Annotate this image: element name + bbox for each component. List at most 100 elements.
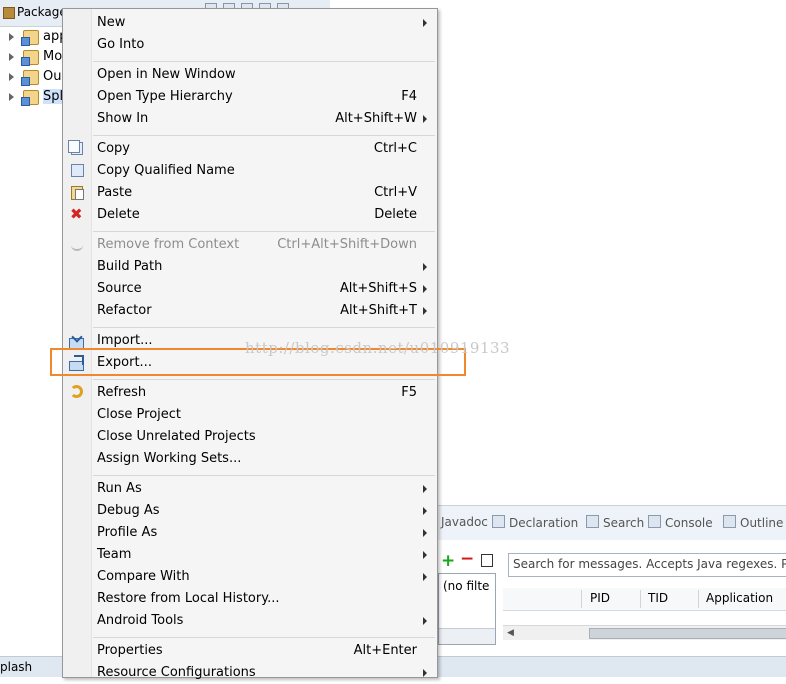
refresh-icon [70,385,83,398]
menu-item-label: New [97,15,126,30]
tab-javadoc[interactable]: Javadoc [441,515,488,529]
menu-item-go-into[interactable]: Go Into [63,34,437,56]
menu-separator [93,231,435,232]
menu-item-copy-qualified-name[interactable]: Copy Qualified Name [63,160,437,182]
menu-item-shortcut: F4 [401,89,417,104]
search-placeholder: Search for messages. Accepts Java regexe… [513,557,786,571]
menu-item-delete[interactable]: ✖ Delete Delete [63,204,437,226]
copy-qualified-name-icon [71,164,84,177]
menu-item-label: Source [97,281,142,296]
logcat-search-input[interactable]: Search for messages. Accepts Java regexe… [508,553,786,577]
menu-item-label: Copy Qualified Name [97,163,235,178]
menu-item-debug-as[interactable]: Debug As [63,500,437,522]
menu-item-close-unrelated-projects[interactable]: Close Unrelated Projects [63,426,437,448]
expand-arrow-icon[interactable] [9,53,14,61]
tree-item[interactable]: Our [0,67,70,87]
menu-item-label: Team [97,547,132,562]
tree-item[interactable]: app [0,27,70,47]
submenu-arrow-icon [423,573,427,581]
menu-item-open-type-hierarchy[interactable]: Open Type Hierarchy F4 [63,86,437,108]
menu-item-close-project[interactable]: Close Project [63,404,437,426]
menu-item-new[interactable]: New [63,12,437,34]
package-explorer-icon [3,7,15,19]
remove-context-icon [71,241,83,251]
menu-item-copy[interactable]: Copy Ctrl+C [63,138,437,160]
menu-item-team[interactable]: Team [63,544,437,566]
menu-item-assign-working-sets[interactable]: Assign Working Sets... [63,448,437,470]
menu-item-shortcut: Alt+Shift+T [340,303,417,318]
menu-item-shortcut: Ctrl+Alt+Shift+Down [277,237,417,252]
tab-search[interactable]: Search [586,515,644,530]
menu-item-label: Properties [97,643,163,658]
tab-console[interactable]: Console [648,515,713,530]
tree-item-selected[interactable]: Spl [0,87,70,107]
package-explorer-title: Package [17,5,67,19]
menu-separator [93,475,435,476]
menu-item-run-as[interactable]: Run As [63,478,437,500]
menu-separator [93,637,435,638]
filter-item[interactable]: (no filte [443,579,489,593]
submenu-arrow-icon [423,19,427,27]
logcat-column-header: PID TID Application [503,588,786,611]
add-filter-icon[interactable]: + [441,551,455,571]
menu-item-profile-as[interactable]: Profile As [63,522,437,544]
expand-arrow-icon[interactable] [9,73,14,81]
menu-item-show-in[interactable]: Show In Alt+Shift+W [63,108,437,130]
menu-separator [93,327,435,328]
menu-item-android-tools[interactable]: Android Tools [63,610,437,632]
expand-arrow-icon[interactable] [9,93,14,101]
submenu-arrow-icon [423,307,427,315]
column-tid[interactable]: TID [648,591,668,605]
tree-item-label: Spl [43,89,64,104]
tab-outline[interactable]: Outline [723,515,783,530]
menu-item-refresh[interactable]: Refresh F5 [63,382,437,404]
tab-label: Search [603,516,645,530]
menu-item-source[interactable]: Source Alt+Shift+S [63,278,437,300]
project-icon [21,90,39,106]
filter-list[interactable]: (no filte [438,573,496,645]
menu-item-open-in-new-window[interactable]: Open in New Window [63,64,437,86]
submenu-arrow-icon [423,115,427,123]
column-pid[interactable]: PID [590,591,610,605]
tab-label: Declaration [509,516,579,530]
scrollbar-thumb[interactable] [589,628,786,639]
menu-item-shortcut: Alt+Shift+W [335,111,417,126]
menu-item-label: Open in New Window [97,67,236,82]
menu-item-label: Go Into [97,37,145,52]
declaration-icon [492,515,505,528]
column-application[interactable]: Application [706,591,773,605]
watermark-text: http://blog.csdn.net/u010919133 [245,339,511,357]
menu-item-resource-configurations[interactable]: Resource Configurations [63,662,437,684]
tab-label: Javadoc [441,515,488,529]
filter-scrollbar[interactable] [439,628,495,644]
menu-item-label: Compare With [97,569,190,584]
menu-item-label: Open Type Hierarchy [97,89,233,104]
menu-item-build-path[interactable]: Build Path [63,256,437,278]
menu-item-label: Refresh [97,385,147,400]
menu-item-shortcut: Alt+Enter [353,643,417,658]
tab-label: Outline [740,516,784,530]
menu-item-paste[interactable]: Paste Ctrl+V [63,182,437,204]
menu-item-label: Debug As [97,503,160,518]
submenu-arrow-icon [423,617,427,625]
menu-item-restore-from-local-history[interactable]: Restore from Local History... [63,588,437,610]
expand-arrow-icon[interactable] [9,33,14,41]
menu-item-shortcut: Ctrl+C [373,141,417,156]
menu-item-remove-from-context: Remove from Context Ctrl+Alt+Shift+Down [63,234,437,256]
tab-declaration[interactable]: Declaration [492,515,578,530]
remove-filter-icon[interactable]: − [460,549,474,569]
submenu-arrow-icon [423,263,427,271]
scroll-left-icon[interactable]: ◀ [507,628,514,638]
menu-item-label: Assign Working Sets... [97,451,242,466]
tree-item[interactable]: Mo [0,47,70,67]
menu-item-refactor[interactable]: Refactor Alt+Shift+T [63,300,437,322]
menu-item-compare-with[interactable]: Compare With [63,566,437,588]
edit-filter-icon[interactable] [481,554,493,567]
menu-item-label: Build Path [97,259,163,274]
menu-item-properties[interactable]: Properties Alt+Enter [63,640,437,662]
project-icon [21,30,39,46]
logcat-horizontal-scrollbar[interactable]: ◀ [503,625,786,640]
submenu-arrow-icon [423,507,427,515]
menu-item-shortcut: Ctrl+V [374,185,417,200]
menu-item-label: Close Unrelated Projects [97,429,256,444]
